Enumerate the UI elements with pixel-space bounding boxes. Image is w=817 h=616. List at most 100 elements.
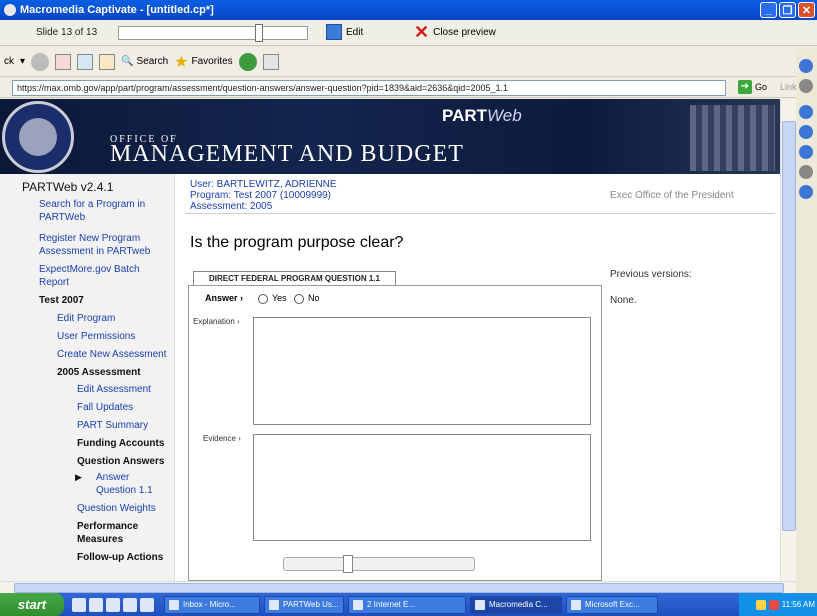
nav-user-permissions[interactable]: User Permissions: [57, 330, 135, 343]
vertical-scrollbar[interactable]: [780, 99, 796, 581]
quicklaunch-app-icon[interactable]: [123, 597, 137, 612]
refresh-icon[interactable]: [77, 53, 94, 70]
nav-funding-accounts[interactable]: Funding Accounts: [77, 437, 164, 450]
answer-no-radio[interactable]: [294, 294, 304, 304]
task-label: 2 Internet E...: [367, 600, 416, 609]
partweb-logo: PARTWeb: [442, 106, 522, 126]
side-tool-icon[interactable]: [799, 165, 813, 179]
outlook-icon: [169, 599, 179, 610]
close-icon: ✕: [414, 22, 430, 42]
web-text: Web: [487, 106, 522, 125]
go-button[interactable]: ➔ Go: [738, 80, 767, 94]
nav-fall-updates[interactable]: Fall Updates: [77, 401, 133, 414]
right-side-panel: [796, 47, 817, 593]
close-window-button[interactable]: ✕: [798, 2, 815, 18]
task-label: PARTWeb Us...: [283, 600, 339, 609]
back-dropdown-icon[interactable]: ▾: [20, 56, 25, 67]
tray-icon[interactable]: [755, 599, 766, 610]
tray-icon[interactable]: [768, 599, 779, 610]
nav-question-11[interactable]: Question 1.1: [96, 484, 153, 497]
divider: [185, 213, 775, 214]
windows-taskbar: start Inbox - Micro... PARTWeb Us... 2 I…: [0, 593, 817, 616]
maximize-button[interactable]: ❐: [779, 2, 796, 18]
nav-search-program[interactable]: Search for a Program in: [39, 198, 145, 211]
quicklaunch-app-icon[interactable]: [106, 597, 120, 612]
part-text: PART: [442, 106, 488, 125]
address-input[interactable]: https://max.omb.gov/app/part/program/ass…: [12, 80, 726, 96]
management-budget-text: MANAGEMENT AND BUDGET: [110, 141, 464, 167]
side-tool-icon[interactable]: [799, 145, 813, 159]
quicklaunch-ie-icon[interactable]: [72, 597, 86, 612]
nav-register-program[interactable]: Register New Program: [39, 232, 140, 245]
window-titlebar: Macromedia Captivate - [untitled.cp*] _ …: [0, 0, 817, 20]
search-label: Search: [136, 56, 169, 67]
quicklaunch-app-icon[interactable]: [140, 597, 154, 612]
playback-slider-thumb[interactable]: [343, 555, 353, 573]
evidence-label: Evidence ›: [203, 434, 241, 443]
nav-edit-assessment[interactable]: Edit Assessment: [77, 383, 151, 396]
taskbar-item-captivate[interactable]: Macromedia C...: [470, 595, 562, 614]
side-tool-icon[interactable]: [799, 79, 813, 93]
answer-yes-radio[interactable]: [258, 294, 268, 304]
side-tool-icon[interactable]: [799, 59, 813, 73]
nav-expectmore-2[interactable]: Report: [39, 276, 69, 289]
stop-icon[interactable]: [55, 53, 72, 70]
forward-icon[interactable]: [31, 52, 50, 71]
taskbar-item-internet[interactable]: 2 Internet E...: [348, 595, 466, 614]
side-tool-icon[interactable]: [799, 105, 813, 119]
print-icon[interactable]: [262, 53, 279, 70]
nav-edit-program[interactable]: Edit Program: [57, 312, 115, 325]
window-controls: _ ❐ ✕: [760, 2, 815, 18]
nav-2005-assessment[interactable]: 2005 Assessment: [57, 366, 141, 379]
history-icon[interactable]: [238, 52, 257, 71]
search-button[interactable]: 🔍 Search: [121, 56, 168, 67]
home-icon[interactable]: [99, 53, 116, 70]
nav-register-program-2[interactable]: Assessment in PARTweb: [39, 245, 150, 258]
answer-no-label[interactable]: No: [308, 293, 320, 303]
explanation-textarea[interactable]: [253, 317, 591, 425]
task-label: Macromedia C...: [489, 600, 548, 609]
nav-answer[interactable]: Answer: [96, 471, 129, 484]
evidence-label-text: Evidence: [203, 434, 236, 443]
slide-slider-track[interactable]: [118, 26, 308, 40]
web-page: OFFICE OF MANAGEMENT AND BUDGET PARTWeb …: [0, 99, 780, 581]
taskbar-item-partweb[interactable]: PARTWeb Us...: [264, 595, 344, 614]
nav-create-assessment[interactable]: Create New Assessment: [57, 348, 167, 361]
side-tool-icon[interactable]: [799, 185, 813, 199]
minimize-button[interactable]: _: [760, 2, 777, 18]
slide-counter: Slide 13 of 13: [36, 27, 98, 38]
question-title: Is the program purpose clear?: [190, 234, 404, 251]
horizontal-scroll-thumb[interactable]: [14, 583, 784, 593]
star-icon: ★: [174, 53, 189, 71]
back-label[interactable]: ck: [4, 56, 14, 67]
answer-yes-label[interactable]: Yes: [272, 293, 287, 303]
nav-question-answers[interactable]: Question Answers: [77, 455, 164, 468]
nav-performance-measures-2[interactable]: Measures: [77, 533, 123, 546]
captivate-app-icon: [4, 4, 16, 16]
system-tray: 11:56 AM: [739, 593, 817, 616]
playback-control-bar[interactable]: [283, 557, 475, 571]
evidence-textarea[interactable]: [253, 434, 591, 541]
taskbar-item-excel[interactable]: Microsoft Exc...: [566, 595, 658, 614]
edit-button[interactable]: Edit: [326, 24, 363, 40]
nav-followup-actions[interactable]: Follow-up Actions: [77, 551, 163, 564]
favorites-button[interactable]: ★ Favorites: [174, 52, 232, 72]
nav-performance-measures[interactable]: Performance: [77, 520, 138, 533]
start-label: start: [17, 597, 47, 612]
taskbar-item-inbox[interactable]: Inbox - Micro...: [164, 595, 260, 614]
nav-part-summary[interactable]: PART Summary: [77, 419, 148, 432]
start-button[interactable]: start: [0, 593, 64, 616]
nav-question-weights[interactable]: Question Weights: [77, 502, 156, 515]
close-preview-button[interactable]: ✕ Close preview: [414, 22, 496, 42]
vertical-scroll-thumb[interactable]: [782, 121, 796, 531]
question-tab[interactable]: DIRECT FEDERAL PROGRAM QUESTION 1.1: [193, 271, 396, 286]
nav-expectmore[interactable]: ExpectMore.gov Batch: [39, 263, 140, 276]
slide-slider-thumb[interactable]: [255, 24, 263, 42]
quicklaunch-app-icon[interactable]: [89, 597, 103, 612]
side-tool-icon[interactable]: [799, 125, 813, 139]
edit-label: Edit: [346, 26, 364, 38]
nav-test-2007[interactable]: Test 2007: [39, 294, 84, 307]
captivate-preview-bar: Slide 13 of 13 Edit ✕ Close preview: [0, 20, 817, 46]
horizontal-scrollbar[interactable]: [0, 581, 796, 593]
nav-search-program-2[interactable]: PARTWeb: [39, 211, 85, 224]
